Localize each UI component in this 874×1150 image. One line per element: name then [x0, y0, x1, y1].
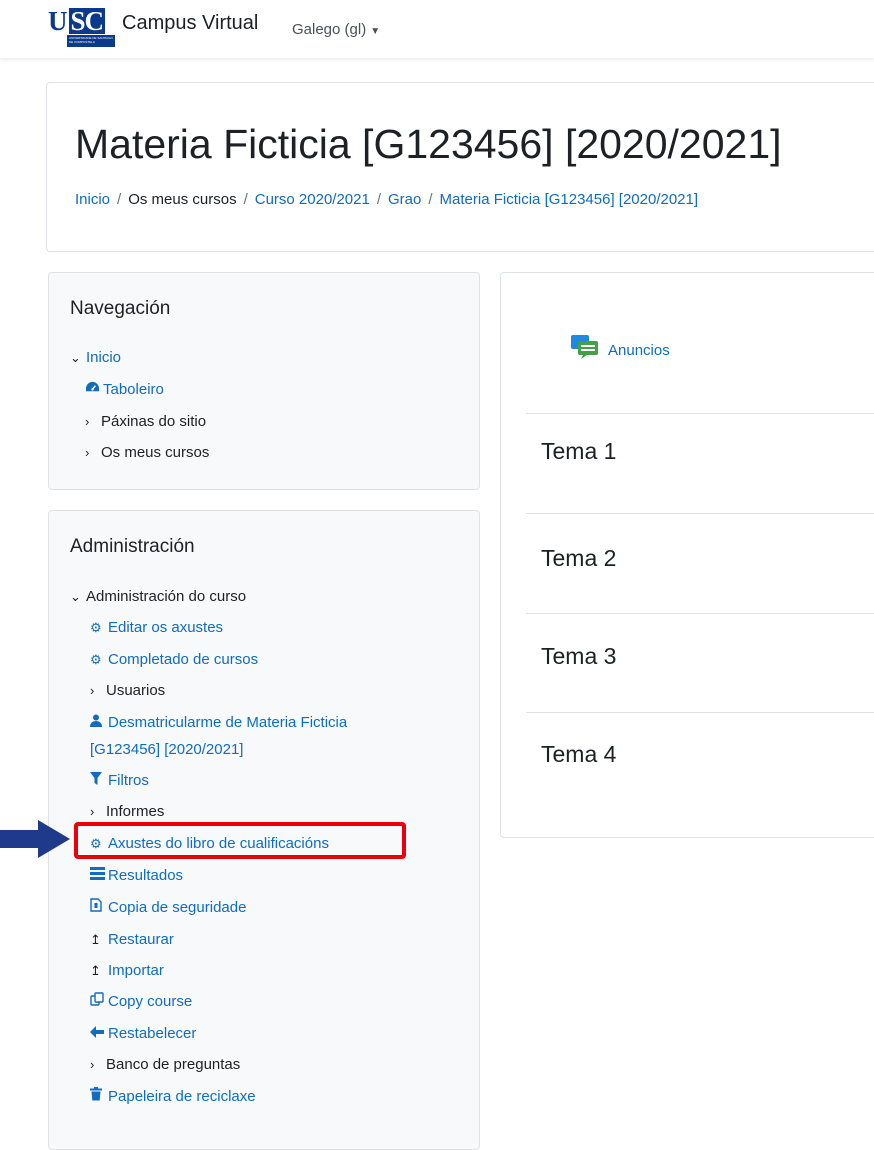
- nav-item-my-courses[interactable]: › Os meus cursos: [85, 442, 209, 464]
- admin-item-label: Informes: [106, 803, 165, 820]
- nav-item-site-pages[interactable]: › Páxinas do sitio: [85, 411, 206, 433]
- top-navbar: U SC UNIVERSIDADE DE SANTIAGO DE COMPOSTE…: [0, 0, 874, 58]
- chevron-right-icon: ›: [85, 445, 90, 460]
- admin-item-outcomes[interactable]: Resultados: [90, 865, 183, 887]
- navigation-block: Navegación ⌄ Inicio Taboleiro › Páxinas do…: [48, 272, 480, 490]
- admin-item-label: Filtros: [108, 772, 149, 789]
- trash-icon: [90, 1086, 108, 1108]
- admin-item-label: Banco de preguntas: [106, 1056, 241, 1073]
- admin-item-label: Resultados: [108, 867, 184, 884]
- nav-item-label: Páxinas do sitio: [101, 413, 207, 430]
- logo-subtext: UNIVERSIDADE DE SANTIAGO DE COMPOSTELA: [67, 35, 115, 47]
- upload-arrow-icon: ↥: [90, 963, 101, 978]
- chevron-right-icon: ›: [90, 1057, 95, 1072]
- forum-icon: [571, 335, 598, 359]
- topic-title-2: Tema 2: [541, 545, 617, 571]
- admin-item-restore[interactable]: ↥ Restaurar: [90, 929, 174, 951]
- admin-item-label: Restabelecer: [108, 1025, 197, 1042]
- breadcrumb: Inicio / Os meus cursos / Curso 2020/2021 / Gr…: [75, 191, 698, 208]
- admin-item-copy-course[interactable]: Copy course: [90, 991, 192, 1013]
- site-name[interactable]: Campus Virtual: [122, 12, 258, 35]
- admin-item-unenrol-line2[interactable]: [G123456] [2020/2021]: [90, 739, 243, 761]
- chevron-down-icon: ⌄: [70, 350, 81, 365]
- admin-item-label: Usuarios: [106, 682, 166, 699]
- admin-item-unenrol[interactable]: Desmatricularme de Materia Ficticia: [90, 712, 347, 734]
- admin-item-course-admin[interactable]: ⌄ Administración do curso: [70, 586, 246, 608]
- copy-icon: [90, 991, 108, 1013]
- language-menu[interactable]: Galego (gl) ▼: [292, 21, 380, 38]
- admin-item-reports[interactable]: › Informes: [90, 801, 164, 823]
- breadcrumb-separator: /: [376, 191, 382, 208]
- admin-item-reset[interactable]: Restabelecer: [90, 1023, 196, 1045]
- usc-logo[interactable]: U SC UNIVERSIDADE DE SANTIAGO DE COMPOSTE…: [48, 6, 115, 47]
- admin-item-question-bank[interactable]: › Banco de preguntas: [90, 1054, 240, 1076]
- filter-icon: [90, 770, 108, 792]
- topic-title-1: Tema 1: [541, 438, 617, 464]
- course-content: Anuncios Tema 1 Tema 2 Tema 3 Tema 4: [500, 272, 874, 838]
- backup-file-icon: [90, 897, 108, 919]
- admin-item-label: Desmatricularme de Materia Ficticia: [108, 714, 348, 731]
- chevron-right-icon: ›: [85, 414, 90, 429]
- admin-item-label: Administración do curso: [86, 588, 247, 605]
- breadcrumb-course-year[interactable]: Curso 2020/2021: [255, 191, 370, 208]
- navigation-title: Navegación: [70, 298, 171, 319]
- breadcrumb-my-courses: Os meus cursos: [128, 191, 237, 208]
- chevron-right-icon: ›: [90, 683, 95, 698]
- section-divider: [526, 613, 874, 614]
- admin-item-recycle-bin[interactable]: Papeleira de reciclaxe: [90, 1086, 256, 1108]
- dashboard-icon: [85, 379, 103, 401]
- nav-item-inicio[interactable]: ⌄ Inicio: [70, 347, 121, 369]
- breadcrumb-separator: /: [243, 191, 248, 208]
- highlight-box: [74, 822, 406, 859]
- admin-item-label: Copia de seguridade: [108, 899, 247, 916]
- breadcrumb-course[interactable]: Materia Ficticia [G123456] [2020/2021]: [440, 191, 699, 208]
- admin-item-course-completion[interactable]: ⚙ Completado de cursos: [90, 649, 258, 671]
- arrow-left-icon: [90, 1023, 108, 1045]
- breadcrumb-separator: /: [428, 191, 433, 208]
- admin-item-label: Copy course: [108, 993, 193, 1010]
- section-divider: [526, 712, 874, 713]
- gear-icon: ⚙: [90, 652, 102, 667]
- pointer-arrow-icon: [0, 820, 70, 858]
- breadcrumb-separator: /: [117, 191, 122, 208]
- topic-title-3: Tema 3: [541, 643, 617, 669]
- nav-item-label: Inicio: [86, 349, 122, 366]
- caret-down-icon: ▼: [370, 26, 381, 37]
- user-icon: [90, 712, 108, 734]
- breadcrumb-grao[interactable]: Grao: [388, 191, 421, 208]
- breadcrumb-inicio[interactable]: Inicio: [75, 191, 110, 208]
- nav-item-label: Taboleiro: [103, 381, 164, 398]
- admin-item-edit-settings[interactable]: ⚙ Editar os axustes: [90, 617, 223, 639]
- upload-arrow-icon: ↥: [90, 932, 101, 947]
- administration-title: Administración: [70, 536, 195, 557]
- page-header: Materia Ficticia [G123456] [2020/2021] I…: [46, 82, 874, 252]
- results-icon: [90, 865, 108, 887]
- admin-item-backup[interactable]: Copia de seguridade: [90, 897, 246, 919]
- admin-item-label: Importar: [108, 962, 164, 979]
- admin-item-label: Editar os axustes: [108, 619, 224, 636]
- topic-title-4: Tema 4: [541, 741, 617, 767]
- chevron-down-icon: ⌄: [70, 589, 81, 604]
- admin-item-import[interactable]: ↥ Importar: [90, 960, 164, 982]
- admin-item-label: Completado de cursos: [108, 651, 259, 668]
- admin-item-label: Papeleira de reciclaxe: [108, 1088, 256, 1105]
- admin-item-label: Restaurar: [108, 931, 174, 948]
- nav-item-label: Os meus cursos: [101, 444, 210, 461]
- chevron-right-icon: ›: [90, 804, 95, 819]
- admin-item-label: [G123456] [2020/2021]: [90, 741, 244, 758]
- logo-text: U SC: [48, 6, 106, 36]
- nav-item-taboleiro[interactable]: Taboleiro: [85, 379, 164, 401]
- admin-item-filters[interactable]: Filtros: [90, 770, 149, 792]
- section-divider: [526, 513, 874, 514]
- language-label: Galego (gl): [292, 21, 367, 38]
- admin-item-users[interactable]: › Usuarios: [90, 680, 165, 702]
- gear-icon: ⚙: [90, 620, 102, 635]
- section-divider: [526, 413, 874, 414]
- page-title: Materia Ficticia [G123456] [2020/2021]: [75, 121, 782, 167]
- announcements-link[interactable]: Anuncios: [608, 342, 670, 359]
